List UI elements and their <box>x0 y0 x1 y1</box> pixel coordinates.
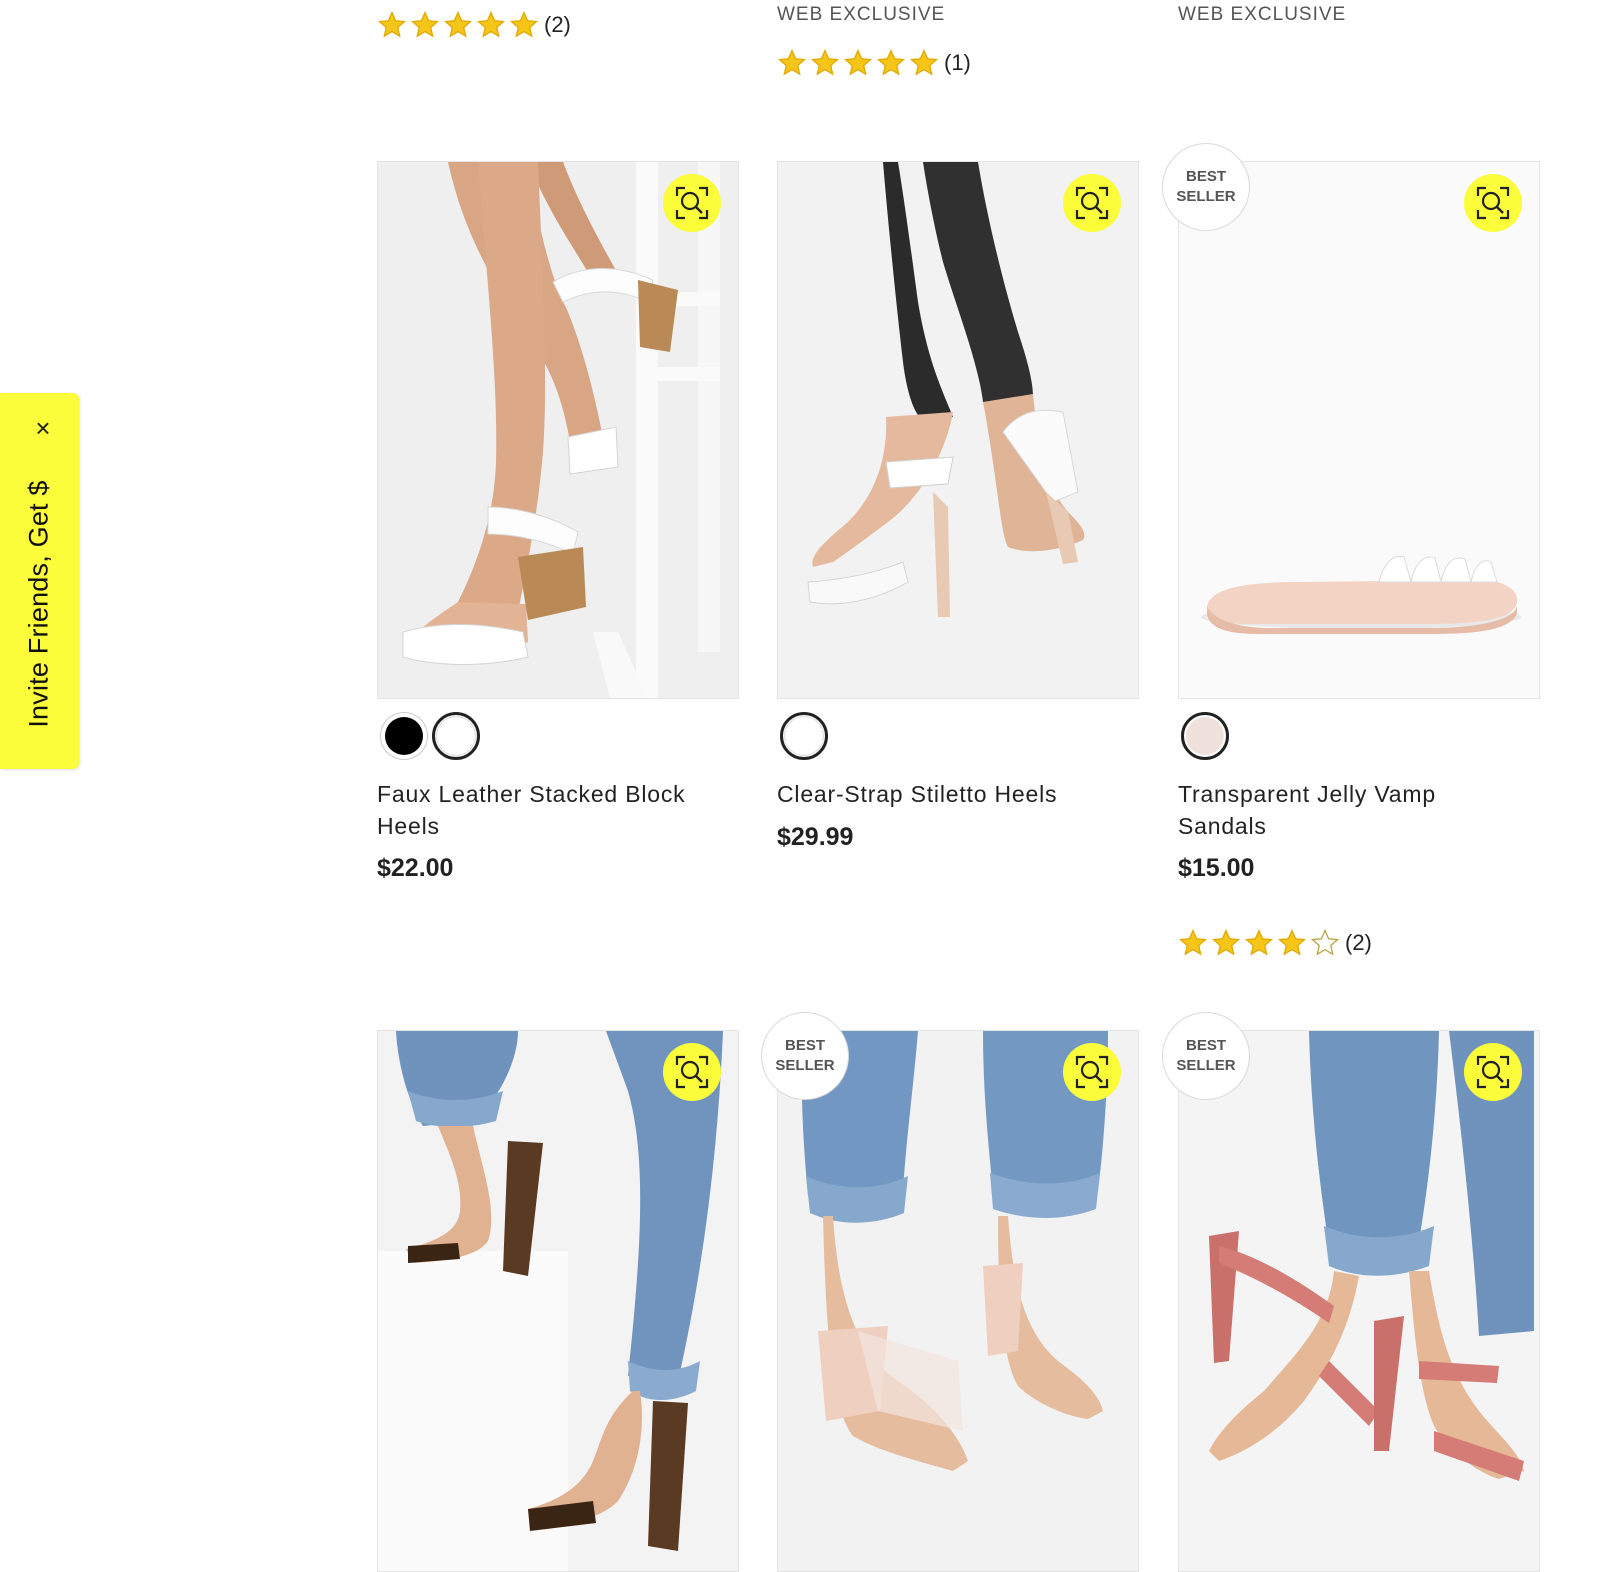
product-photo <box>378 1031 738 1571</box>
best-seller-badge: BEST SELLER <box>1162 143 1250 231</box>
quick-view-button[interactable] <box>1063 1043 1121 1101</box>
color-swatch-white-selected[interactable] <box>432 712 480 760</box>
badge-line-1: BEST <box>1185 1037 1226 1054</box>
star-empty-icon <box>1310 928 1340 956</box>
zoom-search-icon <box>1075 186 1109 220</box>
product-top-2-meta: WEB EXCLUSIVE (1) <box>777 4 971 78</box>
product-photo <box>1179 1031 1539 1571</box>
swatch-fill <box>385 717 423 755</box>
star-filled-icon <box>810 48 840 76</box>
color-swatch-white-selected[interactable] <box>780 712 828 760</box>
star-rating: (2) <box>377 10 571 40</box>
product-image-pink-strappy-heels[interactable] <box>1178 1030 1540 1572</box>
product-image-jelly-sandals[interactable] <box>1178 161 1540 699</box>
star-filled-icon <box>443 10 473 38</box>
product-image-tortoise-heels[interactable] <box>377 1030 739 1572</box>
star-filled-icon <box>843 48 873 76</box>
product-price: $15.00 <box>1178 854 1255 882</box>
quick-view-button[interactable] <box>1063 174 1121 232</box>
stars <box>777 48 939 78</box>
review-count[interactable]: (2) <box>544 12 571 38</box>
color-swatch-black[interactable] <box>380 712 428 760</box>
badge-line-2: SELLER <box>1176 1057 1236 1074</box>
zoom-search-icon <box>675 1055 709 1089</box>
badge-line-2: SELLER <box>775 1057 835 1074</box>
product-image-clear-block-heels[interactable] <box>777 1030 1139 1572</box>
badge-line-1: BEST <box>1185 168 1226 185</box>
review-count[interactable]: (1) <box>944 50 971 76</box>
star-filled-icon <box>476 10 506 38</box>
product-price: $29.99 <box>777 823 854 851</box>
product-price: $22.00 <box>377 854 454 882</box>
color-swatches <box>1181 712 1229 760</box>
color-swatches <box>780 712 828 760</box>
swatch-fill <box>436 716 476 756</box>
star-filled-icon <box>876 48 906 76</box>
color-swatch-nude-selected[interactable] <box>1181 712 1229 760</box>
color-swatches <box>380 712 480 760</box>
best-seller-badge: BEST SELLER <box>761 1012 849 1100</box>
star-filled-icon <box>509 10 539 38</box>
quick-view-button[interactable] <box>663 174 721 232</box>
star-filled-icon <box>777 48 807 76</box>
zoom-search-icon <box>1476 1055 1510 1089</box>
product-photo <box>1179 162 1539 698</box>
star-filled-icon <box>1178 928 1208 956</box>
web-exclusive-label: WEB EXCLUSIVE <box>777 4 946 25</box>
badge-line-2: SELLER <box>1176 188 1236 205</box>
product-photo <box>778 162 1138 698</box>
swatch-fill <box>1186 717 1224 755</box>
product-photo <box>378 162 738 698</box>
zoom-search-icon <box>1476 186 1510 220</box>
star-filled-icon <box>377 10 407 38</box>
product-name[interactable]: Transparent Jelly Vamp Sandals <box>1178 778 1478 842</box>
star-filled-icon <box>1211 928 1241 956</box>
product-top-3-meta: WEB EXCLUSIVE <box>1178 4 1346 26</box>
zoom-search-icon <box>1075 1055 1109 1089</box>
quick-view-button[interactable] <box>1464 1043 1522 1101</box>
zoom-search-icon <box>675 186 709 220</box>
swatch-fill <box>784 716 824 756</box>
badge-line-1: BEST <box>784 1037 825 1054</box>
product-image-stiletto-heels[interactable] <box>777 161 1139 699</box>
star-filled-icon <box>1244 928 1274 956</box>
star-filled-icon <box>410 10 440 38</box>
product-name[interactable]: Faux Leather Stacked Block Heels <box>377 778 737 842</box>
star-filled-icon <box>1277 928 1307 956</box>
product-rating: (2) <box>1178 928 1372 958</box>
star-rating: (1) <box>777 48 971 78</box>
web-exclusive-label: WEB EXCLUSIVE <box>1178 4 1347 25</box>
quick-view-button[interactable] <box>663 1043 721 1101</box>
product-image-faux-leather-heels[interactable] <box>377 161 739 699</box>
star-filled-icon <box>909 48 939 76</box>
invite-friends-label[interactable]: Invite Friends, Get $ <box>24 480 55 727</box>
review-count[interactable]: (2) <box>1345 930 1372 956</box>
product-rating-top-1: (2) <box>377 10 571 40</box>
stars <box>1178 928 1340 958</box>
best-seller-badge: BEST SELLER <box>1162 1012 1250 1100</box>
product-photo <box>778 1031 1138 1571</box>
product-name[interactable]: Clear-Strap Stiletto Heels <box>777 778 1137 810</box>
stars <box>377 10 539 40</box>
invite-close-icon[interactable]: × <box>29 414 57 442</box>
star-rating: (2) <box>1178 928 1372 958</box>
quick-view-button[interactable] <box>1464 174 1522 232</box>
